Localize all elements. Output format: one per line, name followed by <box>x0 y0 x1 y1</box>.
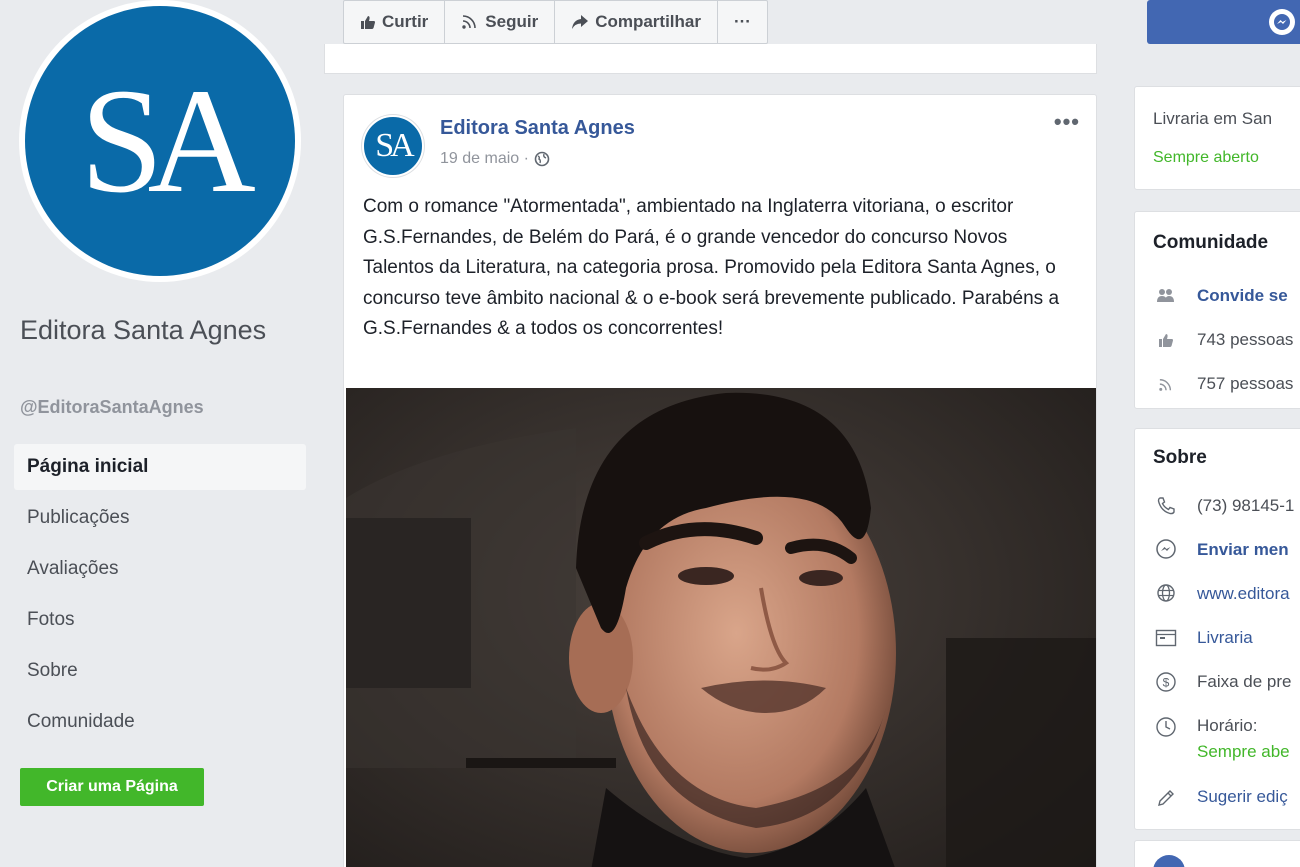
share-label: Compartilhar <box>595 12 701 31</box>
thumbs-up-icon <box>1153 327 1179 353</box>
post-date[interactable]: 19 de maio · <box>440 150 529 168</box>
page-handle[interactable]: @EditoraSantaAgnes <box>20 397 204 418</box>
post-options-button[interactable]: ••• <box>1054 109 1080 135</box>
hours-value[interactable]: Sempre abe <box>1197 742 1290 762</box>
invite-friends-link[interactable]: Convide se <box>1197 286 1288 306</box>
phone-icon <box>1153 493 1179 519</box>
svg-text:$: $ <box>1163 676 1170 690</box>
page-action-bar: Curtir Seguir Compartilhar ··· <box>343 0 768 44</box>
nav-item-home[interactable]: Página inicial <box>14 444 306 490</box>
like-button[interactable]: Curtir <box>343 0 446 44</box>
follow-label: Seguir <box>485 12 539 31</box>
rss-icon <box>1153 372 1179 398</box>
create-page-button[interactable]: Criar uma Página <box>20 768 204 806</box>
follows-count[interactable]: 757 pessoas <box>1197 374 1293 394</box>
feed-post: SA Editora Santa Agnes 19 de maio · ••• … <box>343 94 1097 867</box>
community-card: Comunidade Convide se 743 pessoas 757 pe… <box>1134 211 1300 409</box>
left-sidebar: SA Editora Santa Agnes @EditoraSantaAgne… <box>0 0 322 867</box>
page-profile-picture[interactable]: SA <box>19 0 301 282</box>
globe-icon <box>534 151 550 167</box>
nav-item-photos[interactable]: Fotos <box>14 597 306 643</box>
next-card <box>1134 840 1300 867</box>
follow-button[interactable]: Seguir <box>444 0 556 44</box>
send-message-button[interactable] <box>1147 0 1300 44</box>
price-range: Faixa de pre <box>1197 672 1292 691</box>
invite-friends-icon <box>1153 282 1179 308</box>
share-arrow-icon <box>572 15 589 29</box>
suggest-edit-link[interactable]: Sugerir ediç <box>1197 787 1288 807</box>
post-photo[interactable] <box>346 388 1096 867</box>
dollar-icon: $ <box>1153 669 1179 695</box>
messenger-icon <box>1269 9 1295 35</box>
community-title[interactable]: Comunidade <box>1153 232 1268 254</box>
page-info-card: Livraria em San Sempre aberto <box>1134 86 1300 190</box>
portrait-photo-illustration <box>346 388 1096 867</box>
likes-count[interactable]: 743 pessoas <box>1197 330 1293 350</box>
nav-item-posts[interactable]: Publicações <box>14 495 306 541</box>
nav-item-community[interactable]: Comunidade <box>14 699 306 745</box>
page-logo: SA <box>25 6 295 276</box>
about-card: Sobre (73) 98145-1 Enviar men www.editor… <box>1134 428 1300 830</box>
nav-item-about[interactable]: Sobre <box>14 648 306 694</box>
phone-number[interactable]: (73) 98145-1 <box>1197 496 1294 516</box>
post-author-avatar[interactable]: SA <box>362 115 424 177</box>
rss-icon <box>462 15 477 29</box>
share-button[interactable]: Compartilhar <box>554 0 718 44</box>
nav-item-reviews[interactable]: Avaliações <box>14 546 306 592</box>
globe-icon <box>1153 580 1179 606</box>
more-actions-label: ··· <box>733 12 751 31</box>
category-link[interactable]: Livraria <box>1197 628 1253 648</box>
send-message-link[interactable]: Enviar men <box>1197 540 1289 560</box>
clock-icon <box>1153 714 1179 740</box>
hours-label: Horário: <box>1197 716 1258 735</box>
post-text: Com o romance "Atormentada", ambientado … <box>363 196 1060 339</box>
page-nav: Página inicial Publicações Avaliações Fo… <box>14 444 306 750</box>
thumbs-up-icon <box>361 16 375 29</box>
composer-card-edge <box>324 44 1097 74</box>
page-category-line[interactable]: Livraria em San <box>1153 109 1272 129</box>
like-label: Curtir <box>382 12 429 31</box>
more-actions-button[interactable]: ··· <box>716 0 768 44</box>
open-status: Sempre aberto <box>1153 149 1259 166</box>
card-icon <box>1153 855 1185 867</box>
post-author-name[interactable]: Editora Santa Agnes <box>440 117 635 140</box>
category-icon <box>1153 625 1179 651</box>
messenger-icon <box>1153 536 1179 562</box>
page-name[interactable]: Editora Santa Agnes <box>20 310 300 350</box>
post-meta: 19 de maio · <box>440 150 550 168</box>
pencil-icon <box>1153 785 1179 811</box>
about-title[interactable]: Sobre <box>1153 447 1207 469</box>
website-link[interactable]: www.editora <box>1197 584 1290 604</box>
